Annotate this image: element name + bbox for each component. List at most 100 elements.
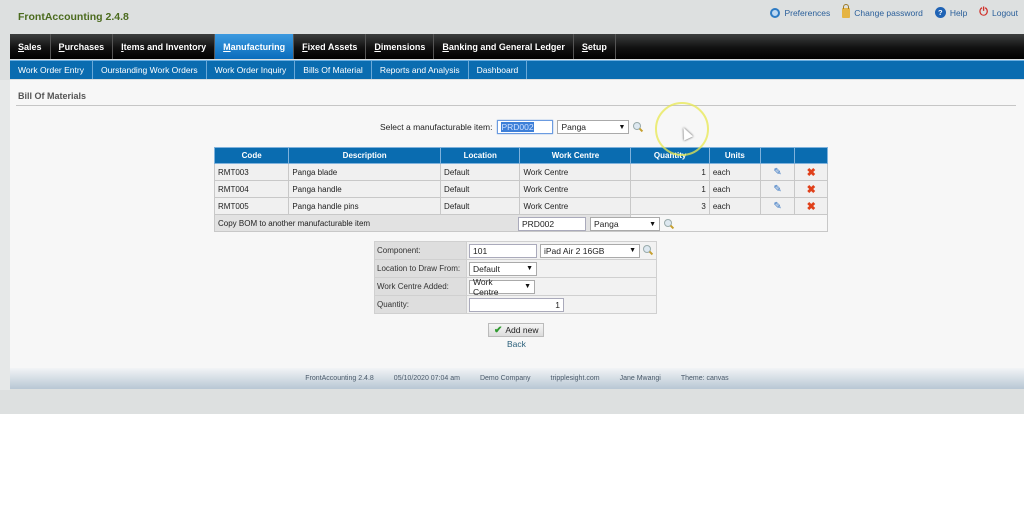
col-description: Description (288, 147, 442, 164)
copy-bom-controls: PRD002 Panga ▼ (518, 217, 675, 231)
footer-company: Demo Company (479, 375, 531, 382)
tab-fixed-assets[interactable]: Fixed Assets (294, 34, 367, 59)
tab-manufacturing-accesskey: M (223, 41, 231, 52)
subnav-reports-and-analysis[interactable]: Reports and Analysis (372, 61, 469, 79)
location-field: Default ▼ (466, 259, 657, 278)
subnav-work-order-inquiry[interactable]: Work Order Inquiry (207, 61, 296, 79)
component-code-input[interactable]: 101 (469, 243, 537, 258)
chevron-down-icon: ▼ (649, 220, 656, 228)
delete-button[interactable]: ✖ (794, 180, 828, 198)
tab-sales[interactable]: Sales (10, 34, 51, 59)
cell-code: RMT005 (213, 197, 290, 215)
add-new-button[interactable]: ✔ Add new (488, 323, 545, 337)
copy-item-code-input[interactable]: PRD002 (518, 217, 586, 231)
cell-quantity: 1 (630, 180, 710, 198)
app-window: FrontAccounting 2.4.8 Preferences Change… (0, 0, 1024, 414)
preferences-label: Preferences (784, 7, 831, 18)
table-row: RMT003 Panga blade Default Work Centre 1… (213, 163, 828, 181)
tab-dimensions-label: imensions (380, 41, 426, 52)
form-row-quantity: Quantity: 1 (374, 295, 657, 314)
component-label: Component: (374, 241, 467, 260)
work-centre-select[interactable]: Work Centre ▼ (469, 277, 535, 297)
main-nav: Sales Purchases Items and Inventory Manu… (10, 34, 1024, 59)
top-bar: FrontAccounting 2.4.8 Preferences Change… (0, 0, 1024, 34)
subnav-outstanding-work-orders[interactable]: Ourstanding Work Orders (93, 61, 207, 79)
table-row: RMT004 Panga handle Default Work Centre … (213, 180, 828, 198)
form-row-component: Component: 101 iPad Air 2 16GB ▼ (374, 241, 657, 260)
tab-setup[interactable]: Setup (574, 34, 616, 59)
item-select-value: Panga (561, 122, 587, 132)
cell-location: Default (440, 197, 521, 215)
component-select-value: iPad Air 2 16GB (544, 245, 605, 256)
change-password-label: Change password (854, 7, 923, 18)
pencil-icon: ✎ (773, 183, 782, 195)
cell-code: RMT004 (213, 180, 290, 198)
cell-description: Panga blade (288, 163, 442, 181)
help-link[interactable]: ? Help (934, 7, 968, 18)
tab-manufacturing[interactable]: Manufacturing (215, 34, 295, 59)
copy-item-code-value: PRD002 (522, 219, 555, 229)
top-links: Preferences Change password ? Help ⏻ Log… (770, 3, 1018, 18)
sub-nav: Work Order Entry Ourstanding Work Orders… (10, 60, 1024, 79)
help-icon: ? (934, 7, 946, 18)
quantity-input[interactable]: 1 (469, 297, 564, 312)
search-icon[interactable] (633, 121, 644, 133)
item-code-input[interactable]: PRD002 (497, 120, 554, 134)
copy-item-select-value: Panga (594, 219, 619, 229)
chevron-down-icon: ▼ (524, 283, 531, 290)
tab-banking-and-general-ledger[interactable]: Banking and General Ledger (434, 34, 574, 59)
item-selector-label: Select a manufacturable item: (380, 122, 493, 132)
pencil-icon: ✎ (773, 200, 782, 212)
component-code-value: 101 (473, 245, 488, 256)
item-select[interactable]: Panga ▼ (557, 120, 630, 134)
back-link[interactable]: Back (507, 339, 526, 349)
col-delete (794, 147, 828, 164)
footer-version[interactable]: FrontAccounting 2.4.8 (305, 375, 374, 382)
logout-link[interactable]: ⏻ Logout (979, 7, 1018, 18)
lock-icon (842, 3, 851, 18)
delete-icon: ✖ (806, 183, 816, 196)
delete-button[interactable]: ✖ (794, 197, 828, 215)
delete-button[interactable]: ✖ (794, 163, 828, 181)
copy-item-select[interactable]: Panga ▼ (590, 217, 660, 231)
edit-button[interactable]: ✎ (759, 180, 796, 198)
cell-location: Default (440, 180, 521, 198)
cell-quantity: 3 (630, 197, 710, 215)
edit-button[interactable]: ✎ (759, 163, 796, 181)
work-centre-field: Work Centre ▼ (466, 277, 657, 297)
item-code-value: PRD002 (501, 122, 534, 132)
pencil-icon: ✎ (773, 166, 782, 178)
help-label: Help (949, 7, 968, 18)
preferences-link[interactable]: Preferences (770, 7, 831, 18)
subnav-dashboard[interactable]: Dashboard (469, 61, 528, 79)
cell-work-centre: Work Centre (519, 163, 632, 181)
item-selector: Select a manufacturable item: PRD002 Pan… (380, 120, 644, 134)
bom-header-row: Code Description Location Work Centre Qu… (213, 147, 828, 164)
tab-banking-label: anking and General Ledger (448, 41, 565, 52)
component-field: 101 iPad Air 2 16GB ▼ (466, 241, 657, 260)
cell-location: Default (440, 163, 521, 181)
form-row-work-centre: Work Centre Added: Work Centre ▼ (374, 277, 657, 297)
table-row: RMT005 Panga handle pins Default Work Ce… (213, 197, 828, 215)
subnav-bills-of-material[interactable]: Bills Of Material (295, 61, 372, 79)
title-divider (16, 105, 1016, 106)
location-select[interactable]: Default ▼ (469, 261, 537, 276)
footer-site: tripplesight.com (550, 375, 600, 382)
search-icon[interactable] (643, 245, 654, 256)
cell-quantity: 1 (630, 163, 710, 181)
delete-icon: ✖ (806, 166, 816, 179)
preferences-icon (770, 7, 781, 18)
footer-theme: Theme: canvas (680, 375, 729, 382)
tab-purchases[interactable]: Purchases (51, 34, 114, 59)
tab-items-and-inventory[interactable]: Items and Inventory (113, 34, 216, 59)
tab-dimensions[interactable]: Dimensions (366, 34, 435, 59)
search-icon[interactable] (664, 218, 675, 230)
change-password-link[interactable]: Change password (842, 3, 923, 18)
add-new-label: Add new (505, 325, 539, 335)
cell-work-centre: Work Centre (519, 180, 632, 198)
left-margin (0, 80, 10, 390)
edit-button[interactable]: ✎ (759, 197, 796, 215)
subnav-work-order-entry[interactable]: Work Order Entry (10, 61, 93, 79)
tab-items-label: tems and Inventory (123, 41, 207, 52)
component-select[interactable]: iPad Air 2 16GB ▼ (540, 243, 640, 258)
